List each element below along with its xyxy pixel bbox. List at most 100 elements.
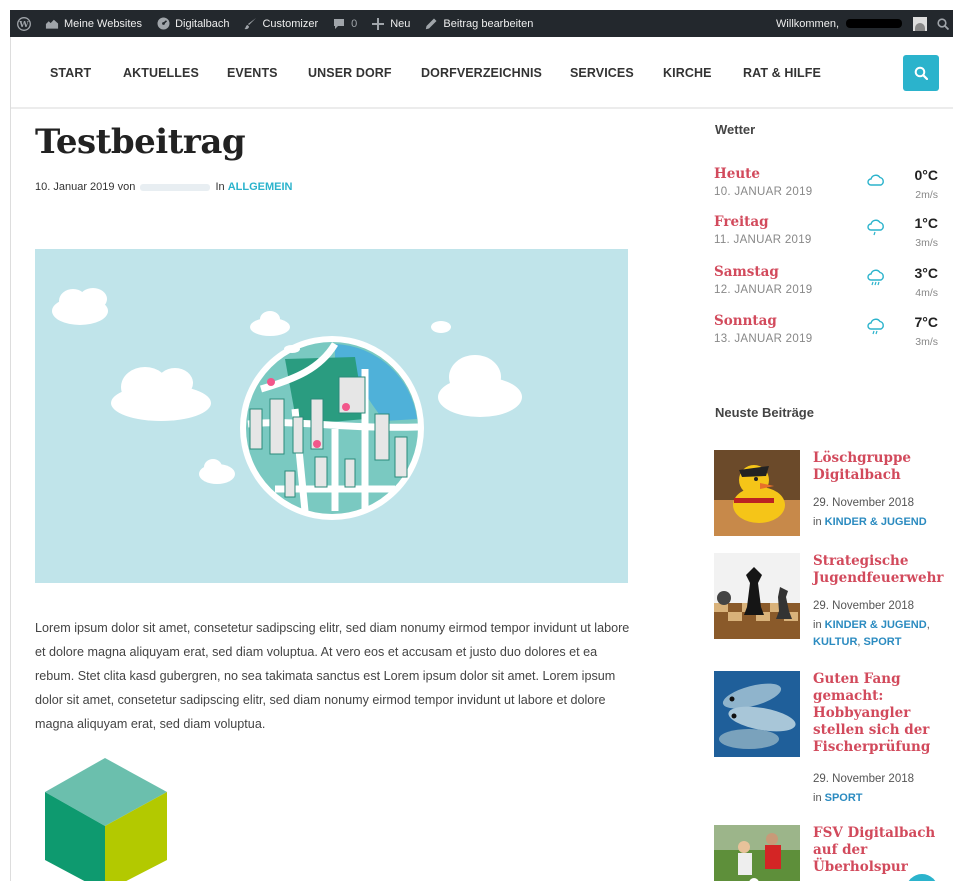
nav-item-dorfverzeichnis[interactable]: DORFVERZEICHNIS xyxy=(421,66,542,80)
in-label: in xyxy=(813,792,822,804)
nav-item-unser-dorf[interactable]: UNSER DORF xyxy=(308,66,392,80)
weather-wind: 2m/s xyxy=(915,189,938,201)
post-title-link[interactable]: Strategische Jugendfeuerwehr xyxy=(813,553,944,587)
site-name-label: Digitalbach xyxy=(175,17,230,30)
weather-day: Sonntag xyxy=(714,313,777,329)
nav-item-rat-hilfe[interactable]: RAT & HILFE xyxy=(743,66,821,80)
nav-item-start[interactable]: START xyxy=(50,66,91,80)
comments-link[interactable]: 0 xyxy=(325,10,364,37)
weather-date: 12. JANUAR 2019 xyxy=(714,284,813,296)
page-left-border xyxy=(10,37,11,881)
redacted-author[interactable] xyxy=(140,183,211,191)
svg-text:W: W xyxy=(18,20,29,30)
recent-post-item: Löschgruppe Digitalbach 29. November 201… xyxy=(714,450,949,545)
post-title-link[interactable]: Löschgruppe Digitalbach xyxy=(813,450,943,484)
cloud-rain-icon xyxy=(867,219,884,236)
post-thumbnail-chess[interactable] xyxy=(714,553,800,639)
comments-count: 0 xyxy=(351,17,358,30)
edit-post-label: Beitrag bearbeiten xyxy=(443,17,534,30)
in-label: in xyxy=(813,619,822,631)
post-categories: in SPORT xyxy=(813,790,948,807)
weather-temperature: 1°C xyxy=(914,215,939,231)
search-icon xyxy=(936,17,950,31)
recent-posts-title: Neuste Beiträge xyxy=(715,405,814,420)
cube-graphic xyxy=(45,758,167,881)
adminbar-search-button[interactable] xyxy=(933,10,953,37)
nav-item-aktuelles[interactable]: AKTUELLES xyxy=(123,66,199,80)
wordpress-logo-button[interactable]: W xyxy=(10,10,38,37)
category-link[interactable]: KINDER & JUGEND xyxy=(825,516,927,528)
weather-temperature: 0°C xyxy=(914,167,939,183)
weather-wind: 3m/s xyxy=(915,336,938,348)
category-link[interactable]: SPORT xyxy=(864,636,902,648)
weather-wind: 3m/s xyxy=(915,237,938,249)
welcome-label: Willkommen, xyxy=(776,17,839,30)
category-link[interactable]: KULTUR xyxy=(813,636,857,648)
post-body: Lorem ipsum dolor sit amet, consetetur s… xyxy=(35,621,630,731)
paintbrush-icon xyxy=(243,17,257,31)
recent-post-item: Strategische Jugendfeuerwehr 29. Novembe… xyxy=(714,553,949,653)
post-categories: in KINDER & JUGEND xyxy=(813,514,948,531)
city-illustration xyxy=(52,288,522,520)
comment-icon xyxy=(332,17,346,31)
recent-post-item: Guten Fang gemacht: Hobbyangler stellen … xyxy=(714,671,949,811)
weather-day: Freitag xyxy=(714,214,769,230)
cube-image xyxy=(35,752,175,881)
category-link[interactable]: SPORT xyxy=(825,792,863,804)
post-thumbnail-duck[interactable] xyxy=(714,450,800,536)
post-thumbnail-soccer[interactable] xyxy=(714,825,800,881)
my-sites-menu[interactable]: Meine Websites xyxy=(38,10,149,37)
account-menu[interactable]: Willkommen, xyxy=(769,10,933,37)
new-label: Neu xyxy=(390,17,411,30)
weather-day: Heute xyxy=(714,166,760,182)
redacted-username xyxy=(846,19,902,28)
main-navigation: START AKTUELLES EVENTS UNSER DORF DORFVE… xyxy=(11,37,953,109)
weather-day: Samstag xyxy=(714,264,779,280)
post-by-label: von xyxy=(117,181,136,193)
weather-row: Heute 10. JANUAR 2019 0°C 2m/s xyxy=(714,166,944,210)
post-date: 29. November 2018 xyxy=(813,497,915,509)
post-categories: in KINDER & JUGEND, KULTUR, SPORT xyxy=(813,619,930,648)
post-title: Testbeitrag xyxy=(35,122,246,162)
in-label: in xyxy=(813,516,822,528)
post-category-link[interactable]: ALLGEMEIN xyxy=(228,181,293,193)
plus-icon xyxy=(371,17,385,31)
search-button[interactable] xyxy=(903,55,939,91)
customizer-link[interactable]: Customizer xyxy=(236,10,325,37)
weather-row: Sonntag 13. JANUAR 2019 7°C 3m/s xyxy=(714,313,944,357)
post-thumbnail-fish[interactable] xyxy=(714,671,800,757)
post-title-link[interactable]: FSV Digitalbach auf der Überholspur xyxy=(813,825,943,876)
cloud-rain-icon xyxy=(867,269,884,286)
sites-icon xyxy=(45,17,59,31)
nav-item-services[interactable]: SERVICES xyxy=(570,66,634,80)
admin-bar: W Meine Websites Digitalbach Customizer … xyxy=(10,10,953,37)
post-meta: 10. Januar 2019 von In ALLGEMEIN xyxy=(35,181,292,193)
my-sites-label: Meine Websites xyxy=(64,17,143,30)
cloud-rain-icon xyxy=(867,318,884,335)
post-title-link[interactable]: Guten Fang gemacht: Hobbyangler stellen … xyxy=(813,671,943,756)
featured-image xyxy=(35,249,628,583)
wordpress-icon: W xyxy=(17,16,31,31)
weather-wind: 4m/s xyxy=(915,287,938,299)
weather-row: Samstag 12. JANUAR 2019 3°C 4m/s xyxy=(714,264,944,308)
post-in-label: In xyxy=(215,181,225,193)
new-content-menu[interactable]: Neu xyxy=(364,10,417,37)
site-name-menu[interactable]: Digitalbach xyxy=(149,10,236,37)
search-icon xyxy=(914,66,928,80)
weather-widget-title: Wetter xyxy=(715,122,756,137)
category-link[interactable]: KINDER & JUGEND xyxy=(825,619,927,631)
nav-item-kirche[interactable]: KIRCHE xyxy=(663,66,712,80)
avatar xyxy=(913,16,927,31)
post-date: 29. November 2018 xyxy=(813,600,915,612)
edit-post-link[interactable]: Beitrag bearbeiten xyxy=(417,10,540,37)
weather-date: 10. JANUAR 2019 xyxy=(714,186,813,198)
customizer-label: Customizer xyxy=(262,17,319,30)
weather-date: 13. JANUAR 2019 xyxy=(714,333,813,345)
cloud-icon xyxy=(867,174,884,186)
pencil-icon xyxy=(424,17,438,31)
post-date: 10. Januar 2019 xyxy=(35,181,115,193)
nav-item-events[interactable]: EVENTS xyxy=(227,66,278,80)
weather-temperature: 3°C xyxy=(914,265,939,281)
dashboard-icon xyxy=(156,17,170,31)
recent-post-item: FSV Digitalbach auf der Überholspur xyxy=(714,825,949,881)
